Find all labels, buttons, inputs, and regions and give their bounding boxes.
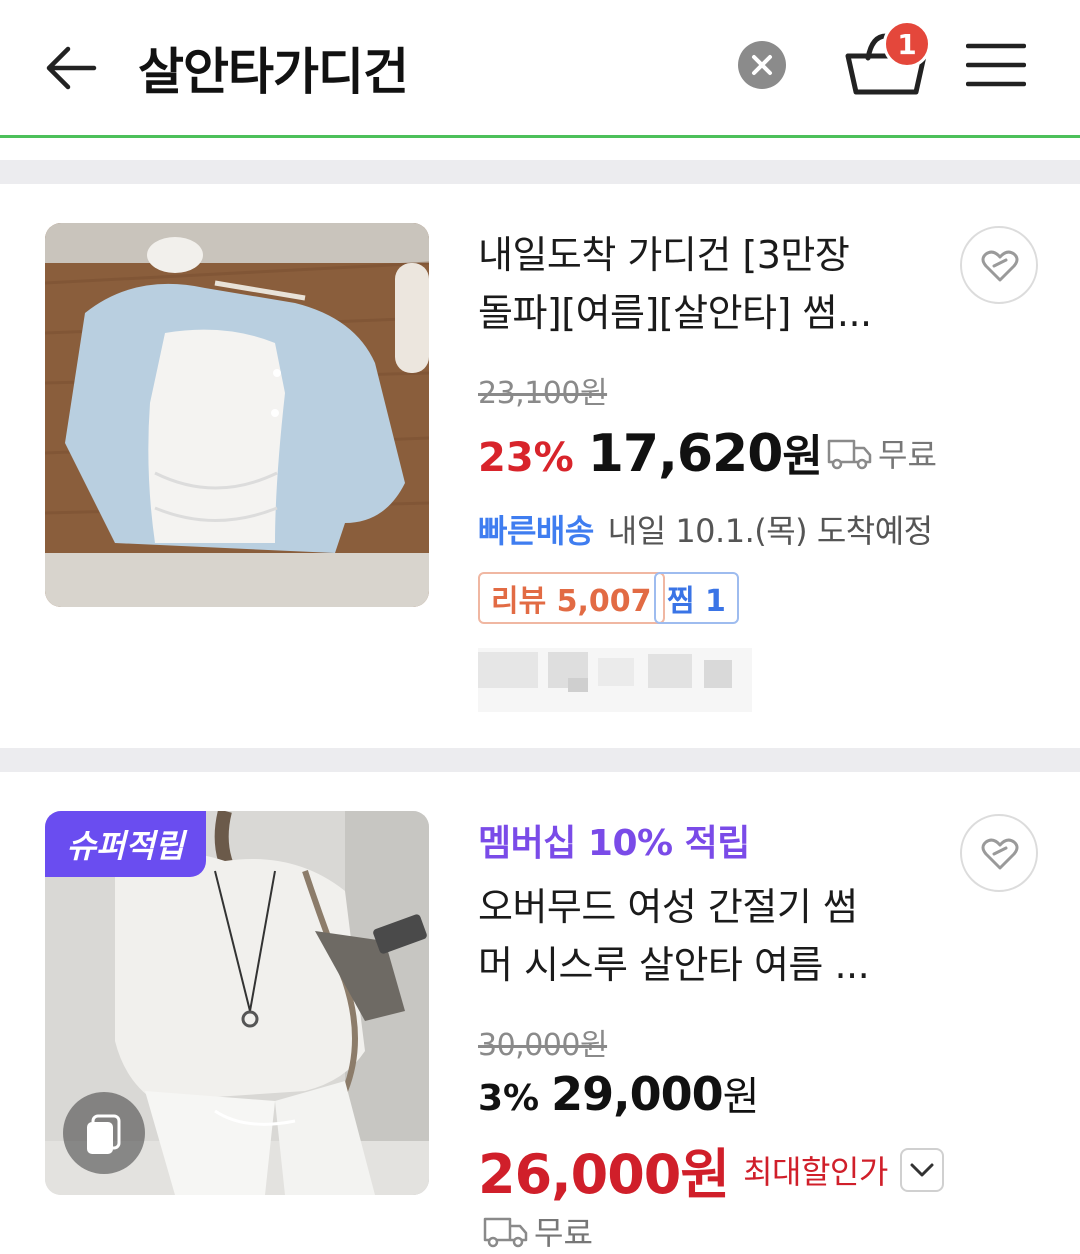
heart-icon bbox=[981, 250, 1019, 282]
top-bar: 살안타가디건 1 bbox=[0, 0, 1080, 138]
sale-price: 17,620 bbox=[587, 424, 784, 484]
original-price: 23,100원 bbox=[478, 376, 608, 411]
section-divider bbox=[0, 160, 1080, 184]
menu-icon[interactable] bbox=[966, 42, 1026, 88]
clear-icon[interactable] bbox=[738, 41, 786, 89]
section-divider bbox=[0, 748, 1080, 772]
product-title[interactable]: 내일도착 가디건 [3만장 돌파][여름][살안타] 썸... bbox=[478, 226, 918, 342]
price-row: 23% 17,620 원 bbox=[478, 420, 823, 484]
wishlist-button[interactable] bbox=[960, 226, 1038, 304]
super-reward-badge: 슈퍼적립 bbox=[45, 811, 206, 877]
price-row: 3% 29,000 원 bbox=[478, 1064, 759, 1122]
heart-icon bbox=[981, 838, 1019, 870]
truck-icon bbox=[483, 1217, 528, 1248]
wish-count-tag[interactable]: 찜 1 bbox=[654, 572, 739, 624]
max-discount-label: 최대할인가 bbox=[743, 1152, 888, 1191]
shipping-info: 무료 bbox=[482, 1208, 593, 1254]
discount-rate: 3% bbox=[478, 1078, 540, 1119]
delivery-date: 내일 10.1.(목) 도착예정 bbox=[607, 512, 933, 550]
discount-rate: 23% bbox=[478, 435, 574, 481]
album-icon[interactable] bbox=[63, 1092, 145, 1174]
max-discount-price: 26,000원 bbox=[478, 1143, 730, 1206]
product-image[interactable] bbox=[45, 223, 429, 607]
review-count-tag[interactable]: 리뷰 5,007 bbox=[478, 572, 665, 624]
shipping-text: 무료 bbox=[878, 436, 937, 474]
shipping-info: 무료 bbox=[826, 430, 937, 476]
delivery-info: 빠른배송 내일 10.1.(목) 도착예정 bbox=[478, 506, 933, 552]
fast-delivery-label: 빠른배송 bbox=[478, 512, 594, 550]
membership-reward: 멤버십 10% 적립 bbox=[478, 823, 750, 864]
price-unit: 원 bbox=[782, 431, 823, 482]
cart-count-badge: 1 bbox=[883, 20, 931, 68]
product-title[interactable]: 오버무드 여성 간절기 썸 머 시스루 살안타 여름 ... bbox=[478, 878, 918, 994]
max-discount-row[interactable]: 26,000원 최대할인가 bbox=[478, 1130, 944, 1209]
product-title-line: 머 시스루 살안타 여름 ... bbox=[478, 943, 870, 987]
product-title-line: 내일도착 가디건 [3만장 bbox=[478, 233, 850, 277]
price-unit: 원 bbox=[722, 1074, 760, 1120]
blurred-content bbox=[478, 648, 752, 712]
original-price: 30,000원 bbox=[478, 1028, 608, 1063]
truck-icon bbox=[827, 439, 872, 470]
shipping-text: 무료 bbox=[534, 1214, 593, 1252]
back-arrow-icon[interactable] bbox=[40, 38, 100, 98]
sale-price: 29,000 bbox=[551, 1067, 724, 1121]
product-title-line: 돌파][여름][살안타] 썸... bbox=[478, 291, 872, 335]
search-query[interactable]: 살안타가디건 bbox=[138, 32, 409, 104]
chevron-down-icon[interactable] bbox=[899, 1147, 944, 1192]
wishlist-button[interactable] bbox=[960, 814, 1038, 892]
product-title-line: 오버무드 여성 간절기 썸 bbox=[478, 885, 858, 929]
